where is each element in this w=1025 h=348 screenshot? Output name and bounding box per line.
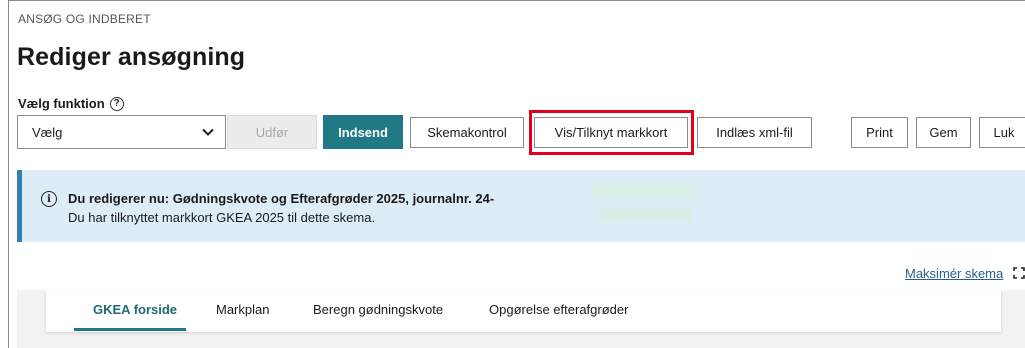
redaction-mark [600,208,692,222]
help-icon[interactable]: ? [109,96,124,111]
active-tab-indicator [74,328,186,331]
page-title: Rediger ansøgning [17,43,246,71]
chevron-down-icon [202,128,214,136]
skemakontrol-button[interactable]: Skemakontrol [410,117,524,148]
highlight-box [529,110,694,155]
function-select[interactable]: Vælg [17,115,226,149]
function-select-value: Vælg [32,124,63,140]
tab-opgorelse-efterafgroder[interactable]: Opgørelse efterafgrøder [489,302,628,317]
info-markkort-text: Du har tilknyttet markkort GKEA 2025 til… [68,210,376,225]
tab-gkea-forside[interactable]: GKEA forside [93,302,177,317]
tab-markplan[interactable]: Markplan [216,302,269,317]
gem-button[interactable]: Gem [916,117,971,148]
indlaes-xml-button[interactable]: Indlæs xml-fil [697,117,812,148]
function-label: Vælg funktion ? [18,96,124,111]
info-icon: i [41,191,57,207]
indsend-button[interactable]: Indsend [323,115,403,149]
udfor-button[interactable]: Udfør [227,115,317,149]
luk-button[interactable]: Luk [979,117,1025,148]
info-banner: i Du redigerer nu: Gødningskvote og Efte… [17,170,1025,242]
breadcrumb[interactable]: ANSØG OG INDBERET [18,12,151,26]
print-button[interactable]: Print [851,117,908,148]
function-label-text: Vælg funktion [18,96,105,111]
info-editing-text: Du redigerer nu: Gødningskvote og Eftera… [68,191,495,206]
tab-beregn-godningskvote[interactable]: Beregn gødningskvote [313,302,443,317]
maximize-form-link[interactable]: Maksimér skema [905,266,1003,281]
redaction-mark [594,184,694,198]
expand-icon[interactable] [1013,267,1025,279]
